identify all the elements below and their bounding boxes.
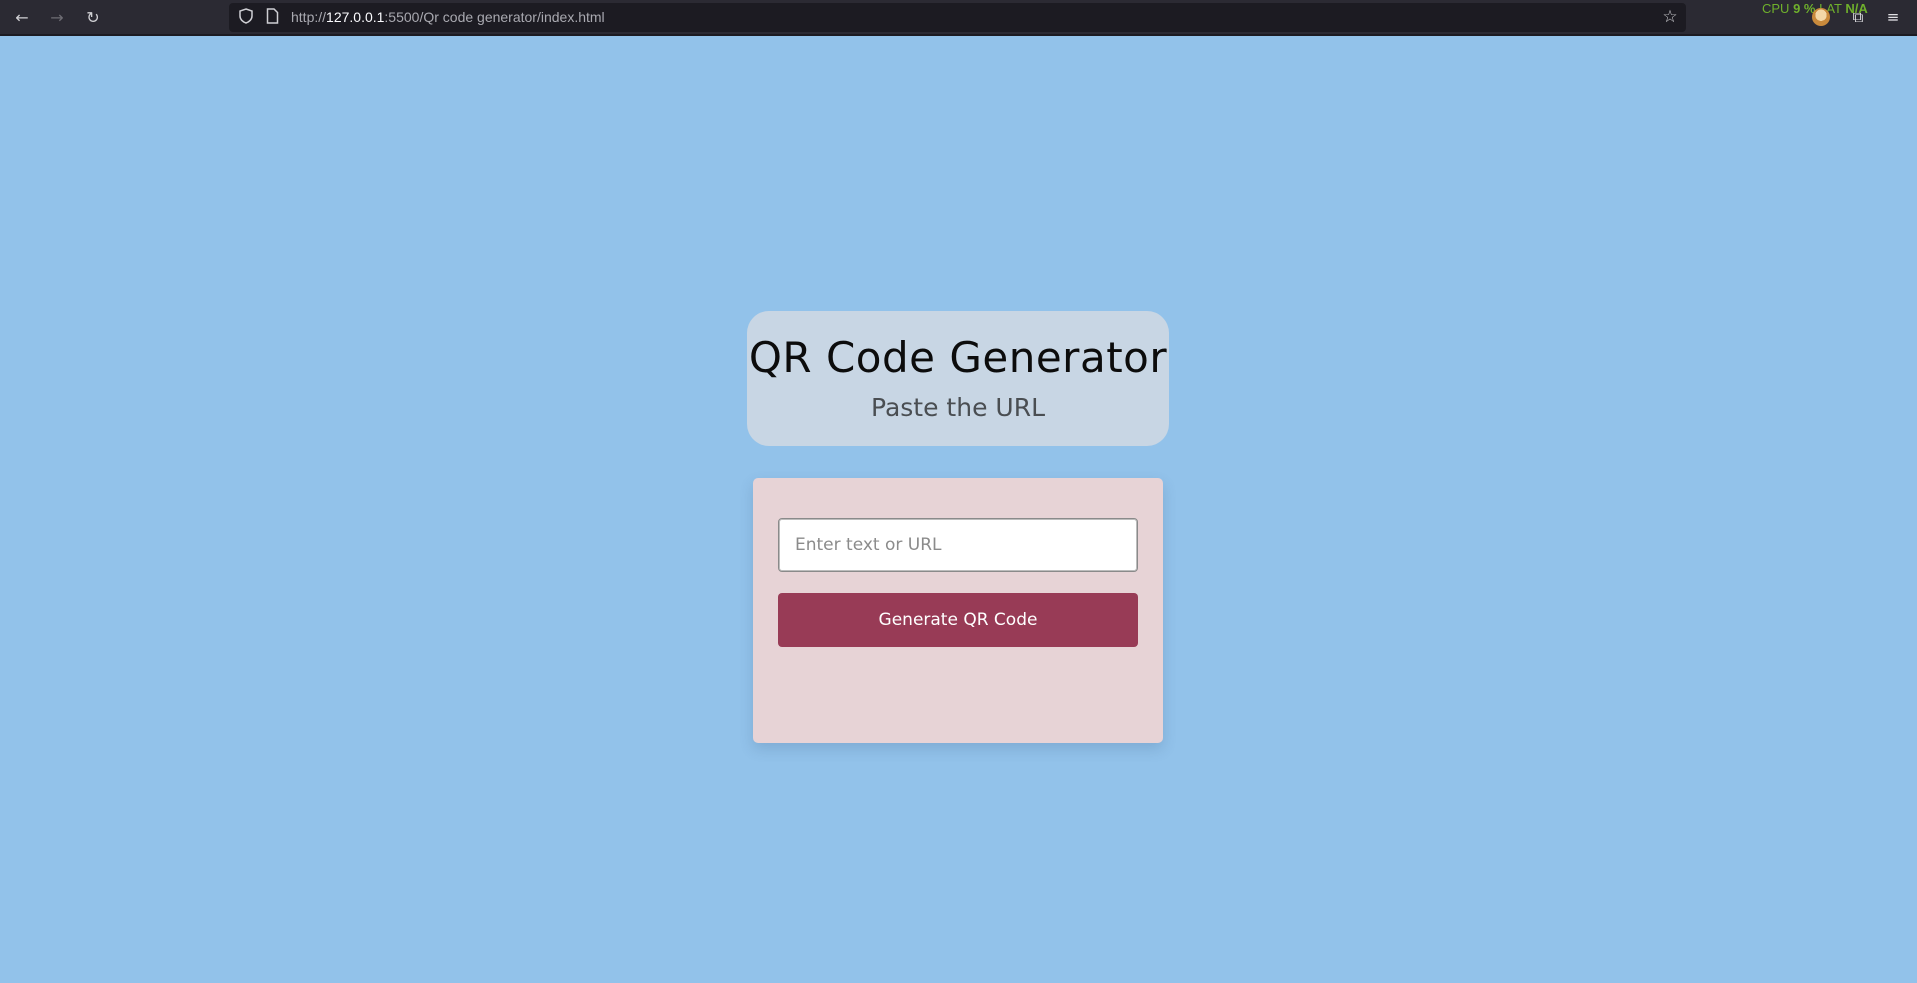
page-subtitle: Paste the URL: [871, 393, 1045, 422]
address-bar[interactable]: http://127.0.0.1:5500/Qr code generator/…: [229, 3, 1686, 32]
header-card: QR Code Generator Paste the URL: [747, 311, 1169, 446]
qr-form-card: Generate QR Code: [753, 478, 1163, 743]
page-title: QR Code Generator: [748, 333, 1168, 382]
bookmark-star-icon[interactable]: ☆: [1660, 7, 1680, 27]
reload-icon[interactable]: ↻: [81, 6, 105, 30]
url-host: 127.0.0.1: [326, 9, 385, 25]
url-text[interactable]: http://127.0.0.1:5500/Qr code generator/…: [291, 3, 605, 32]
extension-avatar-icon[interactable]: [1812, 8, 1830, 26]
url-path: :5500/Qr code generator/index.html: [384, 9, 605, 25]
browser-toolbar: ← → ↻ http://127.0.0.1:5500/Qr code gene…: [0, 0, 1917, 36]
extensions-icon[interactable]: ⧉: [1847, 6, 1869, 28]
back-arrow-icon[interactable]: ←: [10, 6, 34, 30]
forward-arrow-icon[interactable]: →: [45, 6, 69, 30]
page-icon[interactable]: [263, 8, 281, 26]
url-input[interactable]: [778, 518, 1138, 572]
generate-qr-button[interactable]: Generate QR Code: [778, 593, 1138, 647]
shield-icon[interactable]: [237, 8, 255, 26]
menu-icon[interactable]: ≡: [1882, 6, 1904, 28]
cpu-label: CPU: [1762, 1, 1790, 16]
url-prefix: http://: [291, 9, 327, 25]
